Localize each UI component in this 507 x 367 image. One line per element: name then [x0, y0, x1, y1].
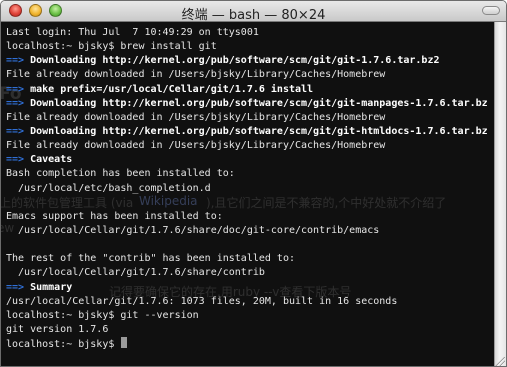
- terminal-line: ==> Downloading http://kernel.org/pub/so…: [6, 125, 491, 139]
- vertical-scrollbar[interactable]: [494, 22, 506, 366]
- terminal-line: File already downloaded in /Users/bjsky/…: [6, 68, 491, 82]
- terminal-line: localhost:~ bjsky$ git --version: [6, 309, 491, 323]
- terminal-window: 终端 — bash — 80×24 Fo 上的软件包管理工具 (via Wiki…: [0, 0, 507, 367]
- terminal-line: File already downloaded in /Users/bjsky/…: [6, 111, 491, 125]
- line-text: /usr/local/etc/bash_completion.d: [6, 182, 211, 194]
- line-text: Downloading http://kernel.org/pub/softwa…: [30, 125, 488, 137]
- terminal-line: Emacs support has been installed to:: [6, 210, 491, 224]
- line-text: File already downloaded in /Users/bjsky/…: [6, 111, 386, 123]
- terminal-line: ==> Downloading http://kernel.org/pub/so…: [6, 97, 491, 111]
- line-text: localhost:~ bjsky$ git --version: [6, 309, 199, 321]
- line-text: git version 1.7.6: [6, 323, 109, 335]
- terminal-line: /usr/local/Cellar/git/1.7.6/share/doc/gi…: [6, 224, 491, 238]
- line-text: localhost:~ bjsky$: [6, 339, 121, 351]
- text-cursor: [121, 337, 128, 349]
- line-text: Bash completion has been installed to:: [6, 168, 235, 180]
- terminal-line: ==> Summary: [6, 281, 491, 295]
- terminal-line: localhost:~ bjsky$ brew install git: [6, 40, 491, 54]
- title-bar[interactable]: 终端 — bash — 80×24: [1, 1, 506, 23]
- terminal-output: Last login: Thu Jul 7 10:49:29 on ttys00…: [6, 26, 491, 351]
- terminal-line: ==> Downloading http://kernel.org/pub/so…: [6, 54, 491, 68]
- prompt-arrow: ==>: [6, 125, 31, 137]
- terminal-content[interactable]: Fo 上的软件包管理工具 (via Wikipedia ),且它们之间是不兼容的…: [1, 22, 495, 366]
- line-text: /usr/local/Cellar/git/1.7.6/share/doc/gi…: [6, 224, 380, 236]
- terminal-line: Bash completion has been installed to:: [6, 167, 491, 181]
- terminal-line: The rest of the "contrib" has been insta…: [6, 252, 491, 266]
- prompt-arrow: ==>: [6, 97, 31, 109]
- line-text: Emacs support has been installed to:: [6, 210, 223, 222]
- terminal-line: /usr/local/Cellar/git/1.7.6/share/contri…: [6, 266, 491, 280]
- toolbar-toggle-button[interactable]: [482, 6, 500, 15]
- prompt-arrow: ==>: [6, 281, 31, 293]
- terminal-line: Last login: Thu Jul 7 10:49:29 on ttys00…: [6, 26, 491, 40]
- terminal-line: git version 1.7.6: [6, 323, 491, 337]
- line-text: Downloading http://kernel.org/pub/softwa…: [30, 97, 488, 109]
- terminal-line: /usr/local/etc/bash_completion.d: [6, 182, 491, 196]
- prompt-arrow: ==>: [6, 55, 31, 67]
- window-title: 终端 — bash — 80×24: [181, 8, 326, 23]
- prompt-arrow: ==>: [6, 83, 31, 95]
- line-text: The rest of the "contrib" has been insta…: [6, 253, 295, 265]
- line-text: make prefix=/usr/local/Cellar/git/1.7.6 …: [30, 83, 314, 95]
- line-text: Downloading http://kernel.org/pub/softwa…: [30, 55, 440, 67]
- line-text: localhost:~ bjsky$ brew install git: [6, 41, 217, 53]
- line-text: Last login: Thu Jul 7 10:49:29 on ttys00…: [6, 27, 259, 38]
- terminal-line: File already downloaded in /Users/bjsky/…: [6, 139, 491, 153]
- line-text: /usr/local/Cellar/git/1.7.6: 1073 files,…: [6, 295, 398, 307]
- prompt-arrow: ==>: [6, 154, 31, 166]
- terminal-line: ==> make prefix=/usr/local/Cellar/git/1.…: [6, 83, 491, 97]
- terminal-line: ==> Caveats: [6, 153, 491, 167]
- terminal-line: /usr/local/Cellar/git/1.7.6: 1073 files,…: [6, 295, 491, 309]
- terminal-line: localhost:~ bjsky$: [6, 337, 491, 351]
- line-text: File already downloaded in /Users/bjsky/…: [6, 69, 386, 81]
- line-text: /usr/local/Cellar/git/1.7.6/share/contri…: [6, 267, 265, 279]
- resize-grip-icon[interactable]: [495, 357, 505, 366]
- line-text: File already downloaded in /Users/bjsky/…: [6, 140, 386, 152]
- line-text: Summary: [30, 281, 73, 293]
- line-text: Caveats: [30, 154, 73, 166]
